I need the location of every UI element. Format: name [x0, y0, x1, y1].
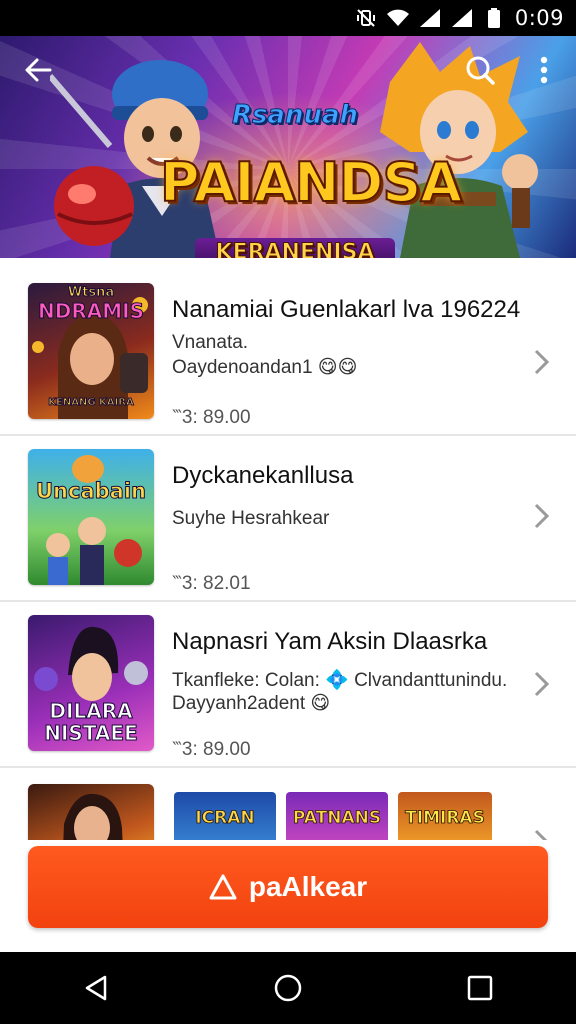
game-thumbnail [28, 784, 154, 848]
list-item[interactable]: Wtsna NDRAMIS KENANG KAIRA Nanamiai Guen… [0, 270, 576, 436]
nav-back-button[interactable] [66, 958, 126, 1018]
game-thumbnail: DILARA NISTAEE [28, 615, 154, 751]
item-description: Dayyanh2adent 😋 [172, 693, 331, 714]
nav-home-button[interactable] [258, 958, 318, 1018]
chevron-right-icon [534, 349, 550, 375]
search-button[interactable] [458, 48, 502, 92]
item-price: ‷3: 82.01 [172, 573, 251, 594]
triangle-icon [209, 874, 237, 900]
nav-recents-icon [467, 975, 493, 1001]
signal-icon [451, 8, 473, 28]
banner-title-sub: KERANENISA [195, 238, 395, 258]
banner-title-main: PAIANDSA [159, 151, 463, 214]
item-price: ‷3: 89.00 [172, 739, 251, 760]
chevron-right-icon [534, 671, 550, 697]
signal-icon [419, 8, 441, 28]
item-title: Nanamiai Guenlakarl lva 196224 [172, 296, 521, 323]
game-thumbnail: Wtsna NDRAMIS KENANG KAIRA [28, 283, 154, 419]
arrow-left-icon [25, 58, 52, 82]
game-thumbnail: Uncabain [28, 449, 154, 585]
item-subtitle: Tkanfleke: Colan: 💠 Clvandanttunindu. [172, 670, 508, 691]
list-item-partial[interactable]: ICRAN PATNANS TIMIRAS [0, 768, 576, 848]
more-options-button[interactable] [522, 48, 566, 92]
vibrate-off-icon [355, 8, 377, 28]
back-button[interactable] [16, 48, 60, 92]
chevron-right-icon [534, 503, 550, 529]
banner-title-top: Rsanuah [231, 100, 359, 131]
item-title: Napnasri Yam Aksin Dlaasrka [172, 628, 488, 655]
status-bar: 0:09 [0, 0, 576, 36]
primary-action-button[interactable]: paAlkear [28, 846, 548, 928]
status-time: 0:09 [514, 6, 564, 30]
nav-home-icon [274, 974, 302, 1002]
list-item[interactable]: DILARA NISTAEE Napnasri Yam Aksin Dlaasr… [0, 602, 576, 768]
item-title: Dyckanekanllusa [172, 462, 354, 489]
nav-back-icon [85, 975, 107, 1001]
nav-recents-button[interactable] [450, 958, 510, 1018]
wifi-icon [386, 8, 409, 28]
system-nav-bar [0, 952, 576, 1024]
primary-action-label: paAlkear [248, 871, 368, 902]
search-icon [466, 56, 495, 85]
item-subtitle: Suyhe Hesrahkear [172, 508, 330, 529]
item-description: Oaydenoandan1 😋😋 [172, 357, 358, 378]
more-vert-icon [540, 56, 548, 84]
battery-icon [483, 8, 505, 28]
item-subtitle: Vnanata. [172, 332, 249, 353]
hero-girl-illustration [380, 42, 538, 258]
item-price: ‷3: 89.00 [172, 407, 251, 428]
game-banner: Rsanuah PAIANDSA KERANENISA [0, 36, 576, 258]
list-item[interactable]: Uncabain Dyckanekanllusa Suyhe Hesrahkea… [0, 436, 576, 602]
